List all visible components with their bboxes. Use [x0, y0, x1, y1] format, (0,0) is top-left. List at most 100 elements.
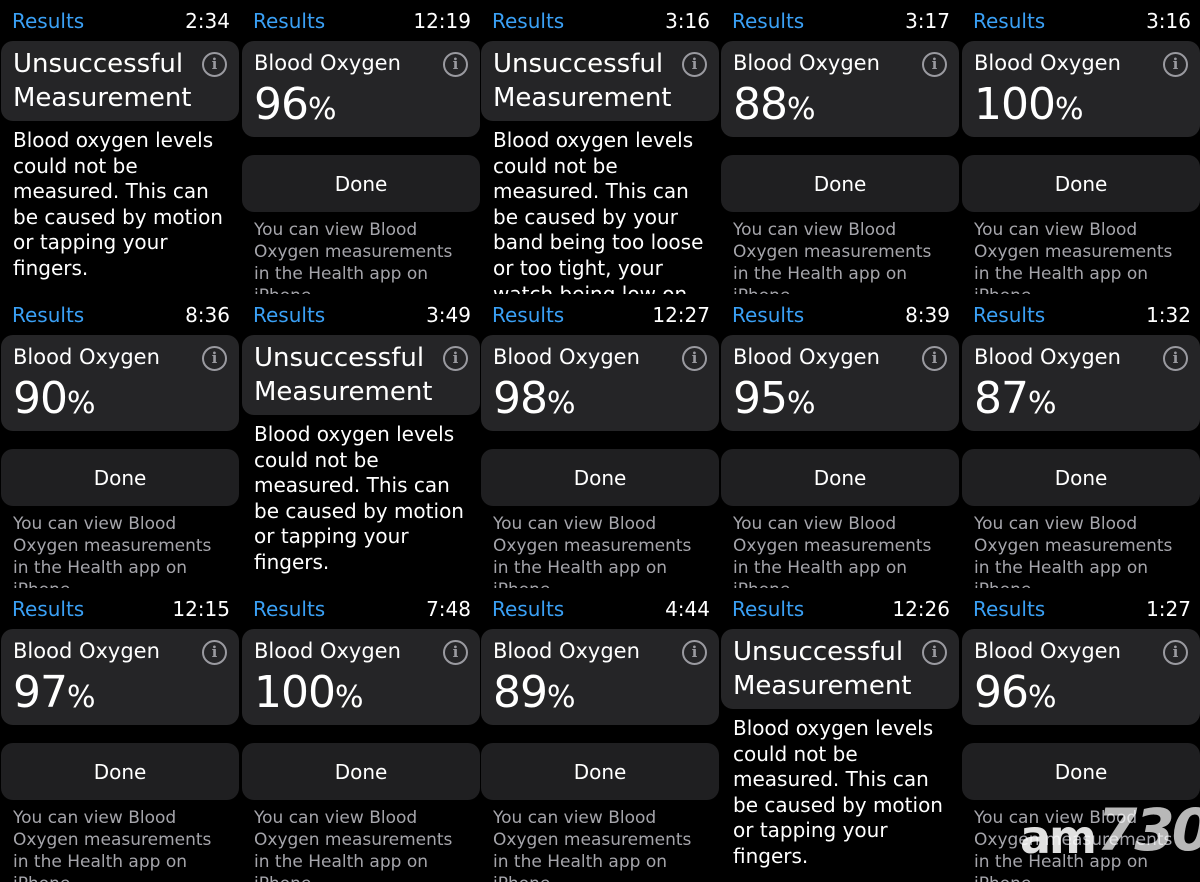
- spo2-value: 88%: [733, 81, 816, 134]
- info-icon[interactable]: i: [1163, 52, 1188, 77]
- info-icon[interactable]: i: [443, 346, 468, 371]
- done-button[interactable]: Done: [721, 449, 959, 506]
- results-back-link[interactable]: Results: [12, 9, 84, 33]
- done-button[interactable]: Done: [962, 743, 1200, 800]
- error-card: Unsuccessful Measurement i: [242, 335, 480, 415]
- watch-screen: Results 12:26 Unsuccessful Measurement i Blo…: [720, 588, 960, 882]
- info-icon[interactable]: i: [682, 52, 707, 77]
- info-icon[interactable]: i: [682, 346, 707, 371]
- card-title: Blood Oxygen: [974, 51, 1121, 75]
- percent-unit: %: [308, 92, 337, 127]
- done-button[interactable]: Done: [481, 743, 719, 800]
- spo2-number: 90: [13, 373, 68, 424]
- results-back-link[interactable]: Results: [492, 597, 564, 621]
- card-title: Unsuccessful Measurement: [733, 637, 912, 701]
- measurement-card: Blood Oxygen i 100%: [962, 41, 1200, 137]
- card-title: Blood Oxygen: [254, 639, 401, 663]
- card-title: Blood Oxygen: [974, 345, 1121, 369]
- health-app-note: You can view Blood Oxygen measurements i…: [493, 808, 692, 882]
- results-back-link[interactable]: Results: [253, 597, 325, 621]
- results-back-link[interactable]: Results: [973, 303, 1045, 327]
- info-icon[interactable]: i: [1163, 640, 1188, 665]
- info-icon[interactable]: i: [202, 346, 227, 371]
- status-bar: Results 12:19: [253, 8, 471, 34]
- done-button[interactable]: Done: [242, 743, 480, 800]
- info-icon[interactable]: i: [202, 640, 227, 665]
- status-bar: Results 2:34: [12, 8, 230, 34]
- card-title: Blood Oxygen: [13, 639, 160, 663]
- done-button[interactable]: Done: [962, 449, 1200, 506]
- watch-screen: Results 3:49 Unsuccessful Measurement i Bloo…: [241, 294, 481, 588]
- watch-screen: Results 12:19 Blood Oxygen i 96% Done You can …: [241, 0, 481, 294]
- watch-screen: Results 12:27 Blood Oxygen i 98% Done You can …: [480, 294, 720, 588]
- results-back-link[interactable]: Results: [253, 303, 325, 327]
- info-icon[interactable]: i: [922, 52, 947, 77]
- info-icon[interactable]: i: [443, 52, 468, 77]
- spo2-number: 95: [733, 373, 788, 424]
- watch-screen: Results 1:27 Blood Oxygen i 96% Done You can v…: [961, 588, 1200, 882]
- clock: 1:32: [1146, 303, 1191, 327]
- percent-unit: %: [334, 680, 364, 715]
- clock: 3:16: [665, 9, 710, 33]
- results-back-link[interactable]: Results: [732, 303, 804, 327]
- results-back-link[interactable]: Results: [12, 597, 84, 621]
- info-icon[interactable]: i: [682, 640, 707, 665]
- done-button[interactable]: Done: [242, 155, 480, 212]
- results-back-link[interactable]: Results: [492, 303, 564, 327]
- percent-unit: %: [1028, 680, 1057, 715]
- watch-screen: Results 2:34 Unsuccessful Measurement i Bloo…: [0, 0, 240, 294]
- info-icon[interactable]: i: [202, 52, 227, 77]
- status-bar: Results 4:44: [492, 596, 710, 622]
- clock: 12:15: [172, 597, 230, 621]
- measurement-card: Blood Oxygen i 100%: [242, 629, 480, 725]
- results-back-link[interactable]: Results: [253, 9, 325, 33]
- spo2-number: 88: [733, 79, 788, 130]
- done-button[interactable]: Done: [1, 449, 239, 506]
- measurement-card: Blood Oxygen i 96%: [962, 629, 1200, 725]
- info-icon[interactable]: i: [1163, 346, 1188, 371]
- spo2-value: 97%: [13, 669, 96, 722]
- results-back-link[interactable]: Results: [973, 9, 1045, 33]
- done-button[interactable]: Done: [721, 155, 959, 212]
- status-bar: Results 12:26: [732, 596, 950, 622]
- percent-unit: %: [547, 680, 576, 715]
- results-back-link[interactable]: Results: [12, 303, 84, 327]
- spo2-value: 90%: [13, 375, 96, 428]
- health-app-note: You can view Blood Oxygen measurements i…: [974, 808, 1173, 882]
- health-app-note: You can view Blood Oxygen measurements i…: [733, 220, 932, 294]
- status-bar: Results 1:32: [973, 302, 1191, 328]
- status-bar: Results 8:36: [12, 302, 230, 328]
- percent-unit: %: [547, 386, 576, 421]
- spo2-number: 96: [254, 79, 309, 130]
- spo2-value: 98%: [493, 375, 576, 428]
- status-bar: Results 3:49: [253, 302, 471, 328]
- card-title: Blood Oxygen: [493, 639, 640, 663]
- spo2-value: 87%: [974, 375, 1057, 428]
- measurement-card: Blood Oxygen i 95%: [721, 335, 959, 431]
- watch-screen: Results 3:16 Blood Oxygen i 100% Done You can …: [961, 0, 1200, 294]
- results-back-link[interactable]: Results: [732, 597, 804, 621]
- results-back-link[interactable]: Results: [492, 9, 564, 33]
- measurement-card: Blood Oxygen i 87%: [962, 335, 1200, 431]
- measurement-card: Blood Oxygen i 88%: [721, 41, 959, 137]
- info-icon[interactable]: i: [443, 640, 468, 665]
- percent-unit: %: [1028, 386, 1057, 421]
- done-button[interactable]: Done: [481, 449, 719, 506]
- spo2-number: 97: [13, 667, 68, 718]
- spo2-number: 98: [493, 373, 548, 424]
- info-icon[interactable]: i: [922, 346, 947, 371]
- watch-screen: Results 3:17 Blood Oxygen i 88% Done You can v…: [720, 0, 960, 294]
- percent-unit: %: [67, 680, 96, 715]
- spo2-value: 89%: [493, 669, 576, 722]
- info-icon[interactable]: i: [922, 640, 947, 665]
- results-back-link[interactable]: Results: [973, 597, 1045, 621]
- spo2-value: 96%: [254, 81, 337, 134]
- health-app-note: You can view Blood Oxygen measurements i…: [13, 514, 212, 588]
- done-button[interactable]: Done: [1, 743, 239, 800]
- done-button[interactable]: Done: [962, 155, 1200, 212]
- results-back-link[interactable]: Results: [732, 9, 804, 33]
- measurement-card: Blood Oxygen i 90%: [1, 335, 239, 431]
- health-app-note: You can view Blood Oxygen measurements i…: [13, 808, 212, 882]
- spo2-value: 100%: [974, 81, 1084, 134]
- card-title: Blood Oxygen: [493, 345, 640, 369]
